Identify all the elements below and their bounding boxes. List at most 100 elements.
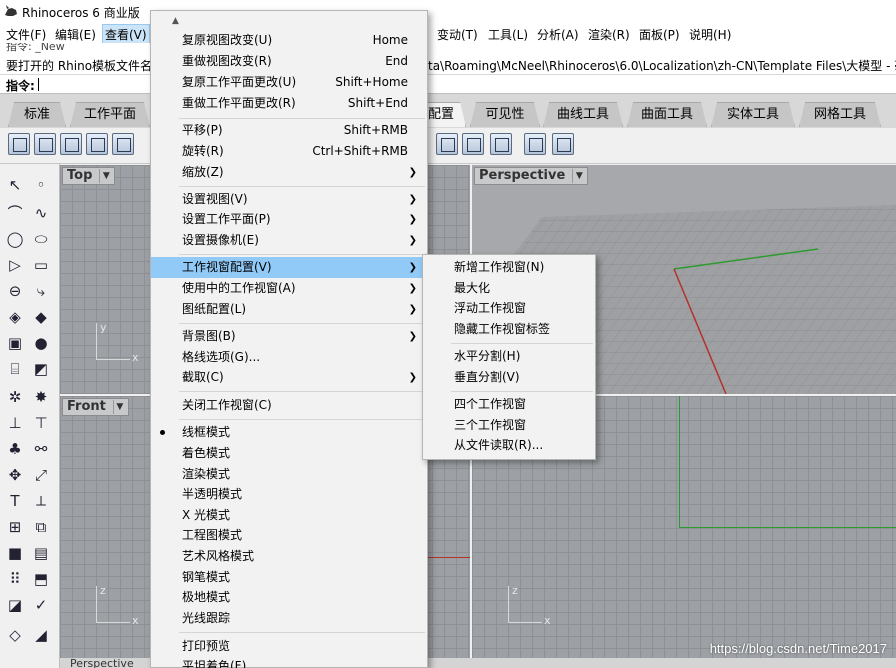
menu-item-split-horizontal[interactable]: 水平分割(H) <box>423 346 595 367</box>
polyline-icon[interactable]: ⌒ <box>4 202 26 224</box>
print-icon[interactable] <box>524 133 546 155</box>
menu-item-raytraced-mode[interactable]: 光线跟踪 <box>151 608 427 629</box>
menu-item-set-camera[interactable]: 设置摄像机(E) ❯ <box>151 230 427 251</box>
camera-icon[interactable] <box>490 133 512 155</box>
viewport-menu-arrow-icon[interactable]: ▼ <box>99 169 112 183</box>
point-icon[interactable]: ◦ <box>30 174 52 196</box>
center-viewport-icon[interactable] <box>86 133 108 155</box>
menu-item-pen-mode[interactable]: 钢笔模式 <box>151 567 427 588</box>
display-icon[interactable]: ▤ <box>30 542 52 564</box>
viewport-menu-arrow-icon[interactable]: ▼ <box>572 169 585 183</box>
viewport-grid-icon[interactable] <box>112 133 134 155</box>
render-icon[interactable]: ■ <box>4 542 26 564</box>
menu-panels[interactable]: 面板(P) <box>639 26 680 43</box>
menu-render[interactable]: 渲染(R) <box>588 26 630 43</box>
menu-item-redo-cplane-change[interactable]: 重做工作平面更改(R) Shift+End <box>151 93 427 114</box>
menu-item-three-viewports[interactable]: 三个工作视窗 <box>423 415 595 436</box>
scroll-up-icon[interactable]: ▲ <box>172 16 179 26</box>
folder-layout-icon[interactable] <box>462 133 484 155</box>
menu-item-undo-view-change[interactable]: 复原视图改变(U) Home <box>151 30 427 51</box>
split-icon[interactable]: ⊤ <box>30 412 52 434</box>
menu-item-shaded-mode[interactable]: 着色模式 <box>151 443 427 464</box>
menu-item-xray-mode[interactable]: X 光模式 <box>151 505 427 526</box>
properties-icon[interactable] <box>552 133 574 155</box>
paint-icon[interactable]: ◢ <box>30 624 52 646</box>
viewport-title-front[interactable]: Front ▼ <box>62 398 129 416</box>
menu-item-set-cplane[interactable]: 设置工作平面(P) ❯ <box>151 209 427 230</box>
circle-icon[interactable]: ◯ <box>4 228 26 250</box>
mesh-icon[interactable]: ◩ <box>30 358 52 380</box>
surface-icon[interactable]: ◈ <box>4 306 26 328</box>
menu-item-pan[interactable]: 平移(P) Shift+RMB <box>151 120 427 141</box>
menu-item-set-view[interactable]: 设置视图(V) ❯ <box>151 189 427 210</box>
dimension-icon[interactable]: ⟂ <box>30 490 52 512</box>
menu-item-close-viewport[interactable]: 关闭工作视窗(C) <box>151 395 427 416</box>
menu-tools[interactable]: 工具(L) <box>488 26 528 43</box>
menu-item-capture[interactable]: 截取(C) ❯ <box>151 367 427 388</box>
tab-mesh-tools[interactable]: 网格工具 <box>799 102 881 127</box>
four-viewports-icon[interactable] <box>8 133 30 155</box>
menu-analyze[interactable]: 分析(A) <box>537 26 579 43</box>
menu-item-rotate[interactable]: 旋转(R) Ctrl+Shift+RMB <box>151 141 427 162</box>
tab-cplanes[interactable]: 工作平面 <box>70 102 150 127</box>
menu-transform[interactable]: 变动(T) <box>437 26 478 43</box>
material-icon[interactable]: ◇ <box>4 624 26 646</box>
menu-help[interactable]: 说明(H) <box>689 26 731 43</box>
rectangle-icon[interactable]: ▭ <box>30 254 52 276</box>
viewport-title-top[interactable]: Top ▼ <box>62 167 116 185</box>
menu-item-rendered-mode[interactable]: 渲染模式 <box>151 464 427 485</box>
menu-item-floating-viewport[interactable]: 浮动工作视窗 <box>423 298 595 319</box>
menu-item-four-viewports[interactable]: 四个工作视窗 <box>423 394 595 415</box>
menu-item-technical-mode[interactable]: 工程图模式 <box>151 525 427 546</box>
viewport-tab-perspective[interactable]: Perspective <box>70 658 134 668</box>
single-viewport-icon[interactable] <box>60 133 82 155</box>
text-icon[interactable]: T <box>4 490 26 512</box>
menu-item-background-bitmap[interactable]: 背景图(B) ❯ <box>151 326 427 347</box>
menu-item-arctic-mode[interactable]: 极地模式 <box>151 587 427 608</box>
menu-item-undo-cplane-change[interactable]: 复原工作平面更改(U) Shift+Home <box>151 72 427 93</box>
menu-item-read-from-file[interactable]: 从文件读取(R)... <box>423 435 595 456</box>
trim-icon[interactable]: ⊥ <box>4 412 26 434</box>
array-icon[interactable]: ⠿ <box>4 568 26 590</box>
menu-item-page-layout[interactable]: 图纸配置(L) ❯ <box>151 299 427 320</box>
extrude-surface-icon[interactable]: ◆ <box>30 306 52 328</box>
sphere-icon[interactable]: ● <box>30 332 52 354</box>
select-icon[interactable]: ↖ <box>4 174 26 196</box>
polygon-icon[interactable]: ▷ <box>4 254 26 276</box>
block-icon[interactable]: ⊞ <box>4 516 26 538</box>
fillet-icon[interactable]: ⤷ <box>30 280 52 302</box>
layer-icon[interactable]: ⧉ <box>30 516 52 538</box>
explode-icon[interactable]: ✸ <box>30 386 52 408</box>
menu-item-artistic-mode[interactable]: 艺术风格模式 <box>151 546 427 567</box>
viewport-menu-arrow-icon[interactable]: ▼ <box>112 400 126 414</box>
layout-icon[interactable] <box>436 133 458 155</box>
split-viewport-icon[interactable] <box>34 133 56 155</box>
tab-curve-tools[interactable]: 曲线工具 <box>543 102 623 127</box>
tab-standard[interactable]: 标准 <box>8 102 66 127</box>
viewport-title-perspective[interactable]: Perspective ▼ <box>474 167 589 185</box>
command-line[interactable]: 指令: <box>0 74 896 94</box>
cylinder-icon[interactable]: ⌸ <box>4 358 26 380</box>
menu-item-print-preview[interactable]: 打印预览 <box>151 636 427 657</box>
menu-item-ghosted-mode[interactable]: 半透明模式 <box>151 484 427 505</box>
menu-item-active-viewport[interactable]: 使用中的工作视窗(A) ❯ <box>151 278 427 299</box>
tab-visibility[interactable]: 可见性 <box>470 102 540 127</box>
menu-item-redo-view-change[interactable]: 重做视图改变(R) End <box>151 51 427 72</box>
history-icon[interactable]: ⬒ <box>30 568 52 590</box>
menu-edit[interactable]: 编辑(E) <box>55 26 96 43</box>
menu-item-flat-shade[interactable]: 平坦着色(F) <box>151 656 427 668</box>
join-icon[interactable]: ⚯ <box>30 438 52 460</box>
curve-offset-icon[interactable]: ⊖ <box>4 280 26 302</box>
box-icon[interactable]: ▣ <box>4 332 26 354</box>
ellipse-icon[interactable]: ⬭ <box>30 228 52 250</box>
menu-item-split-vertical[interactable]: 垂直分割(V) <box>423 367 595 388</box>
analyze-icon[interactable]: ◪ <box>4 594 26 616</box>
scale-icon[interactable]: ⤢ <box>30 464 52 486</box>
menu-item-maximize[interactable]: 最大化 <box>423 278 595 299</box>
menu-item-grid-options[interactable]: 格线选项(G)... <box>151 347 427 368</box>
check-icon[interactable]: ✓ <box>30 594 52 616</box>
tab-surface-tools[interactable]: 曲面工具 <box>627 102 707 127</box>
menu-item-new-viewport[interactable]: 新增工作视窗(N) <box>423 257 595 278</box>
gear-icon[interactable]: ✲ <box>4 386 26 408</box>
tab-solid-tools[interactable]: 实体工具 <box>711 102 795 127</box>
